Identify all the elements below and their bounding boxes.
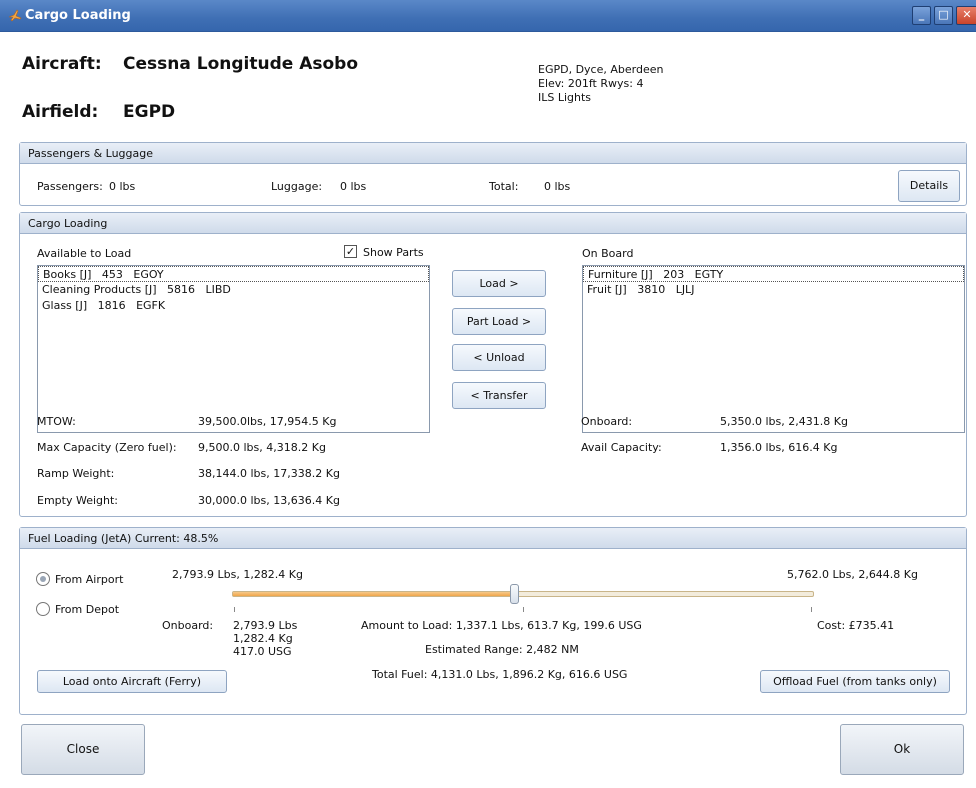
transfer-button[interactable]: < Transfer <box>452 382 546 409</box>
total-fuel: Total Fuel: 4,131.0 Lbs, 1,896.2 Kg, 616… <box>372 668 628 681</box>
fuel-slider-fill <box>233 592 516 596</box>
fuel-onboard-line: 1,282.4 Kg <box>233 632 293 645</box>
app-icon <box>8 9 22 22</box>
offload-fuel-button[interactable]: Offload Fuel (from tanks only) <box>760 670 950 693</box>
estimated-range: Estimated Range: 2,482 NM <box>425 643 579 656</box>
details-button[interactable]: Details <box>898 170 960 202</box>
fuel-onboard-line: 2,793.9 Lbs <box>233 619 298 632</box>
total-value: 0 lbs <box>544 180 571 193</box>
onboard-cargo-list[interactable]: Furniture [J] 203 EGTY Fruit [J] 3810 LJ… <box>582 265 965 433</box>
ramp-weight-value: 38,144.0 lbs, 17,338.2 Kg <box>198 467 340 480</box>
list-item[interactable]: Glass [J] 1816 EGFK <box>38 298 429 314</box>
maximize-button[interactable]: □ <box>934 6 953 25</box>
load-button[interactable]: Load > <box>452 270 546 297</box>
airfield-value: EGPD <box>123 102 176 122</box>
window-titlebar[interactable]: Cargo Loading _ □ ✕ <box>0 0 976 32</box>
fuel-cost: Cost: £735.41 <box>817 619 895 632</box>
from-depot-label: From Depot <box>55 603 120 616</box>
minimize-button[interactable]: _ <box>912 6 931 25</box>
on-board-label: On Board <box>582 247 634 260</box>
onboard-weight-value: 5,350.0 lbs, 2,431.8 Kg <box>720 415 848 428</box>
aircraft-label: Aircraft: <box>22 54 102 74</box>
list-item[interactable]: Books [J] 453 EGOY <box>38 266 429 282</box>
airfield-info-line: ILS Lights <box>538 91 592 104</box>
avail-capacity-label: Avail Capacity: <box>581 441 662 454</box>
max-capacity-label: Max Capacity (Zero fuel): <box>37 441 177 454</box>
list-item[interactable]: Furniture [J] 203 EGTY <box>583 266 964 282</box>
dialog-client: Aircraft: Cessna Longitude Asobo Airfiel… <box>0 32 976 788</box>
avail-capacity-value: 1,356.0 lbs, 616.4 Kg <box>720 441 838 454</box>
ok-button[interactable]: Ok <box>840 724 964 775</box>
airfield-info-line: EGPD, Dyce, Aberdeen <box>538 63 664 76</box>
onboard-weight-label: Onboard: <box>581 415 633 428</box>
slider-tick <box>234 607 235 612</box>
load-onto-aircraft-button[interactable]: Load onto Aircraft (Ferry) <box>37 670 227 693</box>
from-airport-radio[interactable] <box>36 572 50 586</box>
fuel-slider-thumb[interactable] <box>510 584 520 604</box>
mtow-value: 39,500.0lbs, 17,954.5 Kg <box>198 415 337 428</box>
list-item[interactable]: Fruit [J] 3810 LJLJ <box>583 282 964 298</box>
from-depot-radio[interactable] <box>36 602 50 616</box>
total-label: Total: <box>489 180 519 193</box>
ramp-weight-label: Ramp Weight: <box>37 467 115 480</box>
panel-header: Cargo Loading <box>20 213 966 234</box>
unload-button[interactable]: < Unload <box>452 344 546 371</box>
slider-tick <box>811 607 812 612</box>
passengers-value: 0 lbs <box>109 180 136 193</box>
luggage-value: 0 lbs <box>340 180 367 193</box>
empty-weight-label: Empty Weight: <box>37 494 118 507</box>
close-window-button[interactable]: ✕ <box>956 6 976 25</box>
aircraft-value: Cessna Longitude Asobo <box>123 54 358 74</box>
amount-to-load: Amount to Load: 1,337.1 Lbs, 613.7 Kg, 1… <box>361 619 642 632</box>
slider-tick <box>523 607 524 612</box>
panel-header: Passengers & Luggage <box>20 143 966 164</box>
fuel-onboard-label: Onboard: <box>162 619 214 632</box>
passengers-label: Passengers: <box>37 180 103 193</box>
show-parts-checkbox[interactable]: ✓ <box>344 245 357 258</box>
window-title: Cargo Loading <box>25 8 131 23</box>
mtow-label: MTOW: <box>37 415 76 428</box>
empty-weight-value: 30,000.0 lbs, 13,636.4 Kg <box>198 494 340 507</box>
fuel-slider-track[interactable] <box>232 591 814 597</box>
show-parts-label: Show Parts <box>363 246 424 259</box>
max-capacity-value: 9,500.0 lbs, 4,318.2 Kg <box>198 441 326 454</box>
fuel-min-label: 2,793.9 Lbs, 1,282.4 Kg <box>172 568 303 581</box>
list-item[interactable]: Cleaning Products [J] 5816 LIBD <box>38 282 429 298</box>
panel-header: Fuel Loading (JetA) Current: 48.5% <box>20 528 966 549</box>
from-airport-label: From Airport <box>55 573 124 586</box>
available-cargo-list[interactable]: Books [J] 453 EGOY Cleaning Products [J]… <box>37 265 430 433</box>
passengers-panel: Passengers & Luggage <box>19 142 967 206</box>
close-button[interactable]: Close <box>21 724 145 775</box>
available-to-load-label: Available to Load <box>37 247 132 260</box>
airfield-label: Airfield: <box>22 102 99 122</box>
luggage-label: Luggage: <box>271 180 323 193</box>
fuel-max-label: 5,762.0 Lbs, 2,644.8 Kg <box>787 568 918 581</box>
fuel-onboard-line: 417.0 USG <box>233 645 292 658</box>
airfield-info-line: Elev: 201ft Rwys: 4 <box>538 77 644 90</box>
part-load-button[interactable]: Part Load > <box>452 308 546 335</box>
